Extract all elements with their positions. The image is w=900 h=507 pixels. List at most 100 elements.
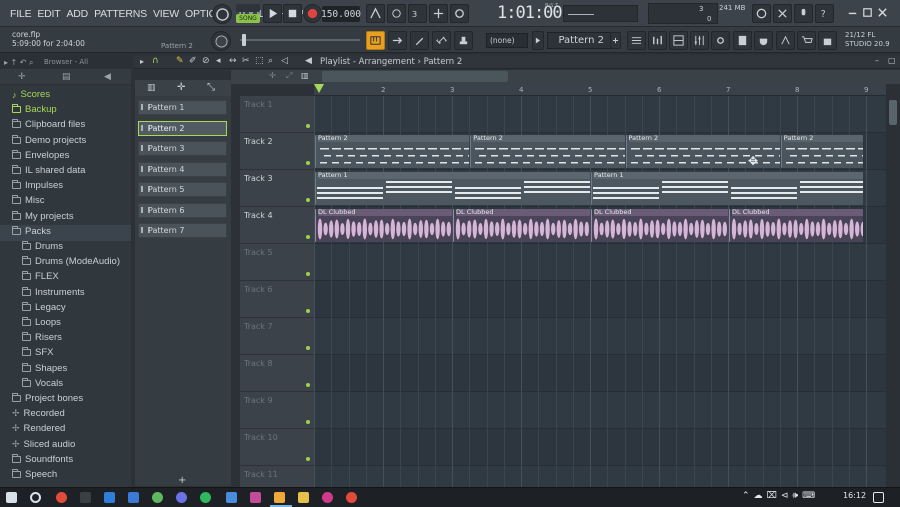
add-pattern-plus-icon[interactable]: + bbox=[178, 475, 186, 486]
app-icon-2[interactable] bbox=[250, 492, 261, 503]
menu-add[interactable]: ADD bbox=[67, 8, 89, 20]
playlist-clip[interactable]: DL Clubbed bbox=[591, 209, 728, 242]
browser-item-drums[interactable]: Drums bbox=[22, 239, 63, 254]
vertical-scrollbar[interactable] bbox=[886, 84, 900, 487]
browser-item-packs[interactable]: Packs bbox=[12, 224, 51, 239]
shop-button[interactable] bbox=[818, 31, 837, 50]
pattern-song-toggle[interactable]: SONG bbox=[236, 3, 260, 24]
close-button[interactable] bbox=[875, 5, 889, 20]
playlist-min-icon[interactable]: – bbox=[875, 56, 879, 65]
playlist-clip[interactable]: DL Clubbed bbox=[315, 209, 452, 242]
track-header-5[interactable]: Track 5 bbox=[240, 244, 314, 281]
outlook-icon[interactable] bbox=[128, 492, 139, 503]
browser-item-drums-modeaudio[interactable]: Drums (ModeAudio) bbox=[22, 254, 120, 269]
playlist-clip[interactable]: Pattern 1 bbox=[591, 172, 863, 205]
track-header-4[interactable]: Track 4 bbox=[240, 207, 314, 244]
loop-record-button[interactable] bbox=[450, 4, 469, 23]
wait-input-button[interactable] bbox=[387, 4, 406, 23]
browser-item-backup[interactable]: Backup bbox=[12, 102, 57, 117]
start-icon[interactable] bbox=[6, 492, 17, 503]
pattern-item-2[interactable]: Pattern 2 bbox=[138, 120, 227, 136]
maximize-button[interactable] bbox=[860, 5, 874, 20]
channel-settings-button[interactable] bbox=[711, 31, 730, 50]
link-button[interactable] bbox=[432, 31, 451, 50]
browser-item-impulses[interactable]: Impulses bbox=[12, 178, 63, 193]
countdown-button[interactable]: 3 bbox=[408, 4, 427, 23]
pattern-prev-button[interactable] bbox=[532, 31, 544, 50]
explorer-icon[interactable] bbox=[298, 492, 309, 503]
minimize-button[interactable] bbox=[845, 5, 859, 20]
draw-tool-icon[interactable]: ✎ bbox=[176, 56, 184, 66]
pattern-edit-icon[interactable]: ⤡ bbox=[207, 82, 215, 93]
stop-button[interactable] bbox=[283, 4, 302, 23]
browser-item-sliced-audio[interactable]: ✢ Sliced audio bbox=[12, 437, 75, 452]
playlist-view-button[interactable] bbox=[627, 31, 646, 50]
app-icon-3[interactable] bbox=[322, 492, 333, 503]
playlist-clip[interactable]: Pattern 2 bbox=[780, 135, 863, 168]
timeline-ruler[interactable]: 2 3 4 5 6 7 8 9 bbox=[314, 84, 886, 96]
playlist-clip[interactable]: DL Clubbed bbox=[453, 209, 590, 242]
pattern-item-3[interactable]: Pattern 3 bbox=[138, 141, 227, 156]
system-tray-icons[interactable]: ⌃☁⌧⊲🕪⌨ bbox=[742, 491, 819, 501]
piano-icon[interactable]: ▥ bbox=[147, 83, 156, 93]
menu-patterns[interactable]: PATTERNS bbox=[94, 8, 147, 20]
track-mute-led[interactable] bbox=[306, 198, 310, 202]
browser-add-icon[interactable]: ✛ bbox=[18, 72, 26, 82]
track-header-3[interactable]: Track 3 bbox=[240, 170, 314, 207]
playhead-marker-icon[interactable] bbox=[314, 84, 324, 93]
tempo-display[interactable]: 150.000 bbox=[321, 6, 361, 22]
track-mute-led[interactable] bbox=[306, 383, 310, 387]
pattern-item-7[interactable]: Pattern 7 bbox=[138, 223, 227, 238]
browser-collapse-icon[interactable]: ◀ bbox=[104, 72, 111, 82]
track-mute-led[interactable] bbox=[306, 309, 310, 313]
discord-icon[interactable] bbox=[176, 492, 187, 503]
browser-item-vocals[interactable]: Vocals bbox=[22, 376, 63, 391]
menu-file[interactable]: FILE bbox=[10, 8, 32, 20]
snap-select[interactable]: (none) bbox=[486, 33, 528, 48]
master-volume-slider[interactable] bbox=[240, 39, 360, 41]
vertical-scroll-thumb[interactable] bbox=[889, 100, 897, 125]
browser-item-loops[interactable]: Loops bbox=[22, 315, 61, 330]
drop-icon[interactable] bbox=[226, 492, 237, 503]
track-header-1[interactable]: Track 1 bbox=[240, 96, 314, 133]
browser-item-soundfonts[interactable]: Soundfonts bbox=[12, 452, 73, 467]
snap-arrow-button[interactable] bbox=[388, 31, 407, 50]
browser-item-clipboard-files[interactable]: Clipboard files bbox=[12, 117, 85, 132]
stamp-button[interactable] bbox=[454, 31, 473, 50]
slip-tool-icon[interactable]: ↔ bbox=[229, 56, 237, 66]
play-button[interactable] bbox=[263, 4, 282, 23]
pattern-selector[interactable]: Pattern 2 bbox=[547, 32, 611, 49]
menu-edit[interactable]: EDIT bbox=[37, 8, 60, 20]
microphone-button[interactable] bbox=[794, 4, 813, 23]
track-header-6[interactable]: Track 6 bbox=[240, 281, 314, 318]
track-mute-led[interactable] bbox=[306, 124, 310, 128]
plugin-picker-button[interactable] bbox=[754, 31, 773, 50]
track-header-2[interactable]: Track 2 bbox=[240, 133, 314, 170]
slice-tool-icon[interactable]: ✂ bbox=[242, 56, 250, 66]
browser-item-my-projects[interactable]: My projects bbox=[12, 209, 74, 224]
record-button[interactable] bbox=[303, 4, 322, 23]
piano-roll-button[interactable] bbox=[669, 31, 688, 50]
master-pitch-knob[interactable] bbox=[211, 31, 231, 51]
playlist-grid[interactable]: Pattern 2 Pattern 2 Pattern 2 Pattern 2 Patt… bbox=[314, 96, 886, 487]
browser-item-misc[interactable]: Misc bbox=[12, 193, 45, 208]
track-mute-led[interactable] bbox=[306, 457, 310, 461]
link-icon[interactable]: ⤢ bbox=[286, 71, 292, 81]
playlist-clip[interactable]: Pattern 1 bbox=[315, 172, 590, 205]
tempo-tapper-button[interactable] bbox=[776, 31, 795, 50]
move-icon[interactable]: ✛ bbox=[269, 71, 276, 80]
playback-tool-icon[interactable]: ◁ bbox=[281, 56, 288, 66]
mixer-button[interactable] bbox=[690, 31, 709, 50]
master-volume-knob[interactable] bbox=[212, 4, 232, 24]
browser-item-shapes[interactable]: Shapes bbox=[22, 361, 67, 376]
horizontal-scrollbar[interactable] bbox=[322, 71, 508, 82]
track-mute-led[interactable] bbox=[306, 420, 310, 424]
help-button[interactable]: ? bbox=[815, 4, 834, 23]
track-mute-led[interactable] bbox=[306, 235, 310, 239]
channel-rack-button[interactable] bbox=[648, 31, 667, 50]
notifications-icon[interactable] bbox=[873, 492, 884, 503]
track-mute-led[interactable] bbox=[306, 346, 310, 350]
browser-item-instruments[interactable]: Instruments bbox=[22, 285, 85, 300]
browser-item-demo-projects[interactable]: Demo projects bbox=[12, 133, 86, 148]
track-mute-led[interactable] bbox=[306, 161, 310, 165]
